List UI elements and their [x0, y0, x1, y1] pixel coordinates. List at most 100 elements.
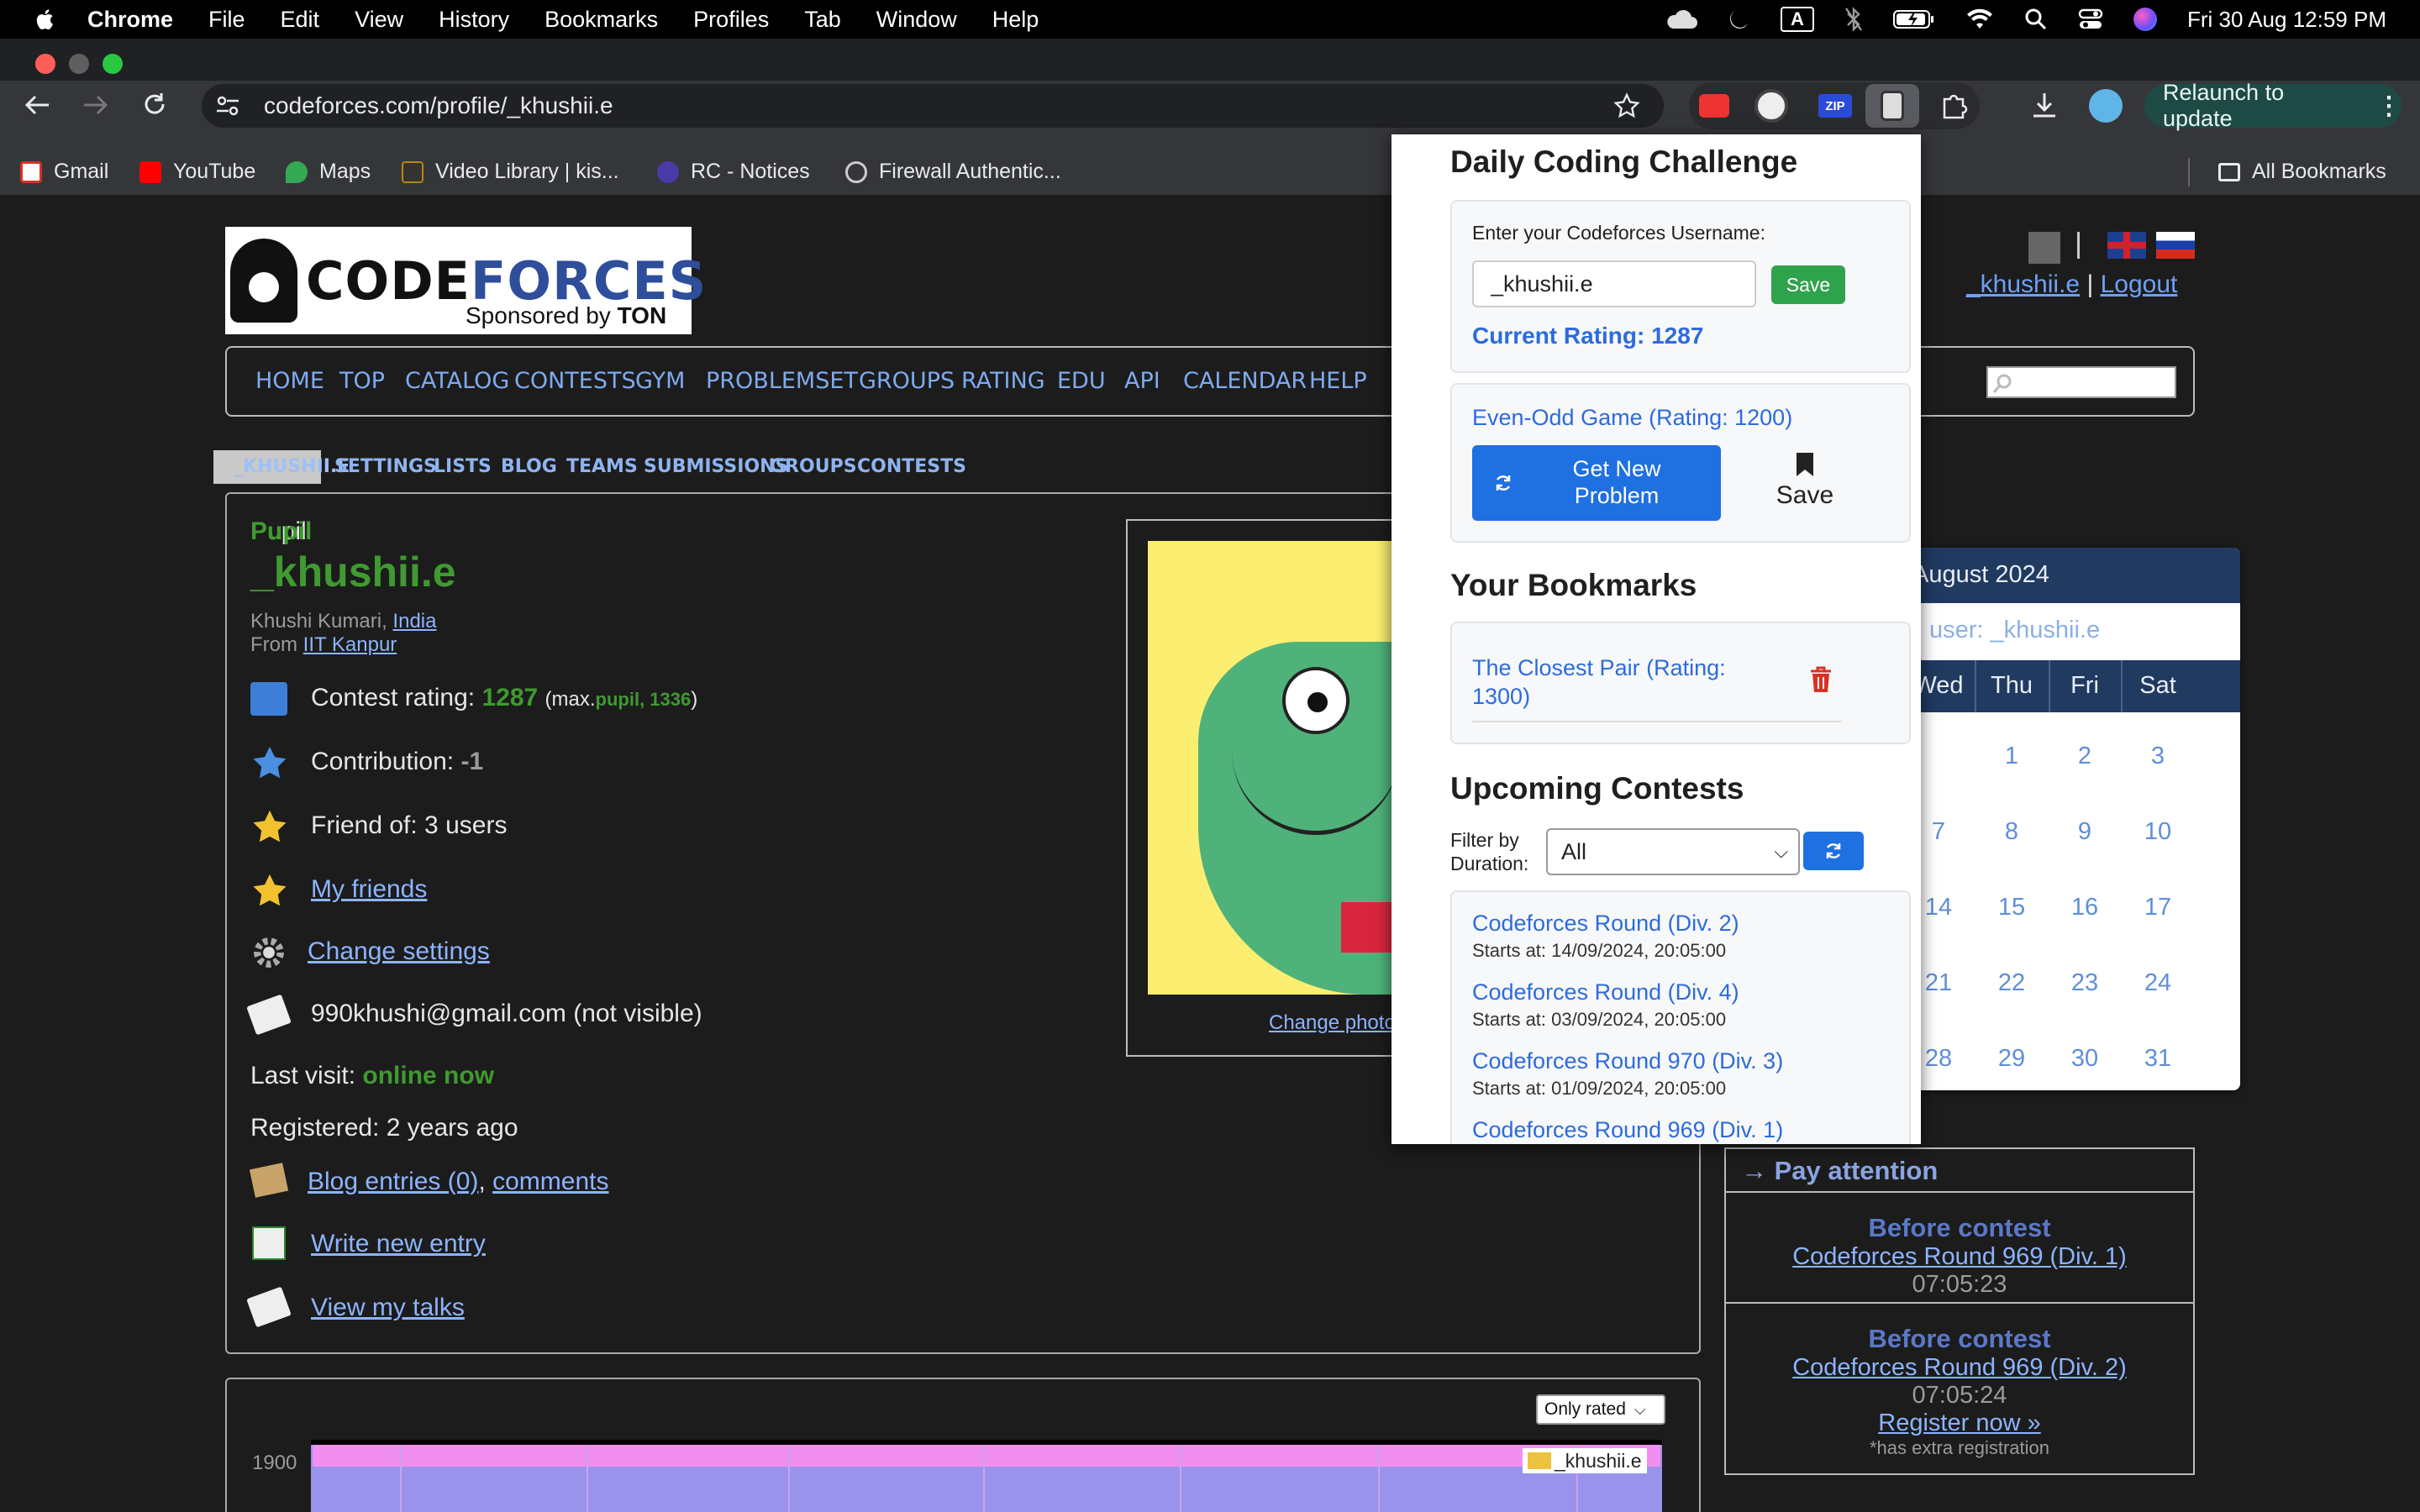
spotlight-search-icon[interactable] [2024, 8, 2048, 31]
get-new-problem-button[interactable]: Get New Problem [1472, 445, 1721, 521]
subnav-teams[interactable]: TEAMS [566, 456, 638, 477]
bookmark-problem-link[interactable]: The Closest Pair (Rating: 1300) [1472, 654, 1775, 711]
profile-avatar[interactable] [2089, 89, 2123, 123]
nav-gym[interactable]: GYM [635, 368, 685, 394]
menu-history[interactable]: History [439, 7, 509, 33]
cloud-icon[interactable] [1665, 8, 1698, 30]
countdown-contest-link[interactable]: Codeforces Round 969 (Div. 1) [1726, 1243, 2193, 1271]
calendar-day[interactable]: 2 [2049, 743, 2121, 770]
countdown-contest-link[interactable]: Codeforces Round 969 (Div. 2) [1726, 1354, 2193, 1382]
contest-link[interactable]: Codeforces Round (Div. 4) [1472, 979, 1739, 1005]
subnav-groups[interactable]: GROUPS [770, 456, 857, 477]
menu-bookmarks[interactable]: Bookmarks [544, 7, 658, 33]
blog-entries-link[interactable]: Blog entries (0) [308, 1168, 478, 1195]
russian-flag-icon[interactable] [2156, 232, 2195, 259]
subnav-profile[interactable]: _KHUSHII.E [234, 456, 350, 477]
menu-tab[interactable]: Tab [804, 7, 841, 33]
menu-clock[interactable]: Fri 30 Aug 12:59 PM [2187, 7, 2386, 33]
calendar-day[interactable]: 1 [1975, 743, 2049, 770]
nav-problemset[interactable]: PROBLEMSET [706, 368, 858, 394]
contest-link[interactable]: Codeforces Round 970 (Div. 3) [1472, 1048, 1783, 1074]
forward-icon[interactable] [81, 92, 109, 122]
nav-calendar[interactable]: CALENDAR [1183, 368, 1307, 394]
calendar-day[interactable]: 8 [1975, 818, 2049, 846]
menu-file[interactable]: File [208, 7, 245, 33]
change-photo-link[interactable]: Change photo [1269, 1011, 1396, 1035]
header-username-link[interactable]: _khushii.e [1966, 270, 2080, 298]
calendar-day[interactable]: 16 [2049, 894, 2121, 921]
calendar-day[interactable]: 30 [2049, 1045, 2121, 1073]
subnav-submissions[interactable]: SUBMISSIONS [644, 456, 788, 477]
codeforces-logo[interactable]: CODEFORCES Sponsored by TON [225, 227, 706, 334]
wifi-icon[interactable] [1965, 8, 1994, 30]
bookmark-maps[interactable]: Maps [286, 160, 371, 184]
siri-icon[interactable] [2133, 8, 2157, 31]
calendar-day[interactable]: 22 [1975, 969, 2049, 997]
change-settings-link[interactable]: Change settings [308, 937, 490, 966]
org-link[interactable]: IIT Kanpur [303, 633, 397, 656]
write-entry-link[interactable]: Write new entry [311, 1230, 486, 1258]
save-problem-button[interactable]: Save [1754, 452, 1855, 519]
bluetooth-off-icon[interactable] [1844, 7, 1863, 32]
country-link[interactable]: India [392, 610, 436, 633]
relaunch-button[interactable]: Relaunch to update ⋮ [2144, 80, 2402, 131]
bookmark-firewall[interactable]: Firewall Authentic... [845, 160, 1061, 184]
zip-ext-icon[interactable]: ZIP [1818, 94, 1852, 118]
download-icon[interactable] [2030, 91, 2059, 123]
my-friends-link[interactable]: My friends [311, 875, 427, 904]
bookmark-youtube[interactable]: YouTube [139, 160, 255, 184]
calendar-day[interactable]: 31 [2121, 1045, 2195, 1073]
calendar-day[interactable]: 3 [2121, 743, 2195, 770]
problem-link[interactable]: Even-Odd Game (Rating: 1200) [1472, 405, 1792, 431]
subnav-lists[interactable]: LISTS [434, 456, 492, 477]
subnav-blog[interactable]: BLOG [501, 456, 557, 477]
calendar-day[interactable]: 23 [2049, 969, 2121, 997]
graph-filter-select[interactable]: Only rated ⌵ [1536, 1394, 1665, 1425]
window-zoom-button[interactable] [103, 54, 123, 74]
register-now-link[interactable]: Register now » [1726, 1410, 2193, 1437]
input-source-indicator[interactable]: A [1780, 7, 1814, 32]
contest-link[interactable]: Codeforces Round (Div. 2) [1472, 911, 1739, 937]
calendar-day[interactable]: 29 [1975, 1045, 2049, 1073]
trash-icon[interactable] [1808, 665, 1833, 694]
menu-window[interactable]: Window [876, 7, 957, 33]
ai-ext-icon[interactable] [1754, 89, 1788, 123]
reload-icon[interactable] [141, 91, 168, 122]
puzzle-extensions-icon[interactable] [1939, 91, 1970, 125]
calendar-day[interactable]: 10 [2121, 818, 2195, 846]
comments-link[interactable]: comments [492, 1168, 608, 1195]
window-minimize-button[interactable] [69, 54, 89, 74]
calendar-day[interactable]: 9 [2049, 818, 2121, 846]
calendar-day[interactable]: 17 [2121, 894, 2195, 921]
logout-link[interactable]: Logout [2101, 270, 2178, 298]
window-close-button[interactable] [35, 54, 55, 74]
calendar-day[interactable]: 15 [1975, 894, 2049, 921]
nav-help[interactable]: HELP [1309, 368, 1367, 394]
subnav-settings[interactable]: SETTINGS [334, 456, 437, 477]
site-settings-icon[interactable] [215, 94, 240, 122]
subnav-contests[interactable]: CONTESTS [857, 456, 966, 477]
nav-api[interactable]: API [1124, 368, 1160, 394]
menu-app-name[interactable]: Chrome [87, 7, 173, 33]
nav-home[interactable]: HOME [255, 368, 324, 394]
nav-groups[interactable]: GROUPS [859, 368, 955, 394]
more-vert-icon[interactable]: ⋮ [2376, 92, 2402, 121]
url-text[interactable]: codeforces.com/profile/_khushii.e [264, 92, 613, 119]
menu-help[interactable]: Help [992, 7, 1039, 33]
view-talks-link[interactable]: View my talks [311, 1294, 465, 1322]
english-flag-icon[interactable] [2107, 232, 2146, 259]
bookmark-rc-notices[interactable]: RC - Notices [657, 160, 810, 184]
control-center-icon[interactable] [2078, 8, 2103, 31]
site-search-input[interactable] [1986, 366, 2176, 398]
bookmark-video-library[interactable]: Video Library | kis... [402, 160, 619, 184]
nav-edu[interactable]: EDU [1057, 368, 1106, 394]
back-icon[interactable] [24, 92, 52, 122]
contest-link[interactable]: Codeforces Round 969 (Div. 1) [1472, 1117, 1783, 1143]
username-save-button[interactable]: Save [1771, 265, 1845, 304]
all-bookmarks[interactable]: All Bookmarks [2218, 160, 2386, 184]
refresh-contests-button[interactable] [1803, 832, 1864, 870]
nav-catalog[interactable]: CATALOG [405, 368, 509, 394]
user-silhouette-icon[interactable] [2028, 232, 2060, 264]
menu-edit[interactable]: Edit [281, 7, 320, 33]
bookmark-gmail[interactable]: Gmail [20, 160, 108, 184]
